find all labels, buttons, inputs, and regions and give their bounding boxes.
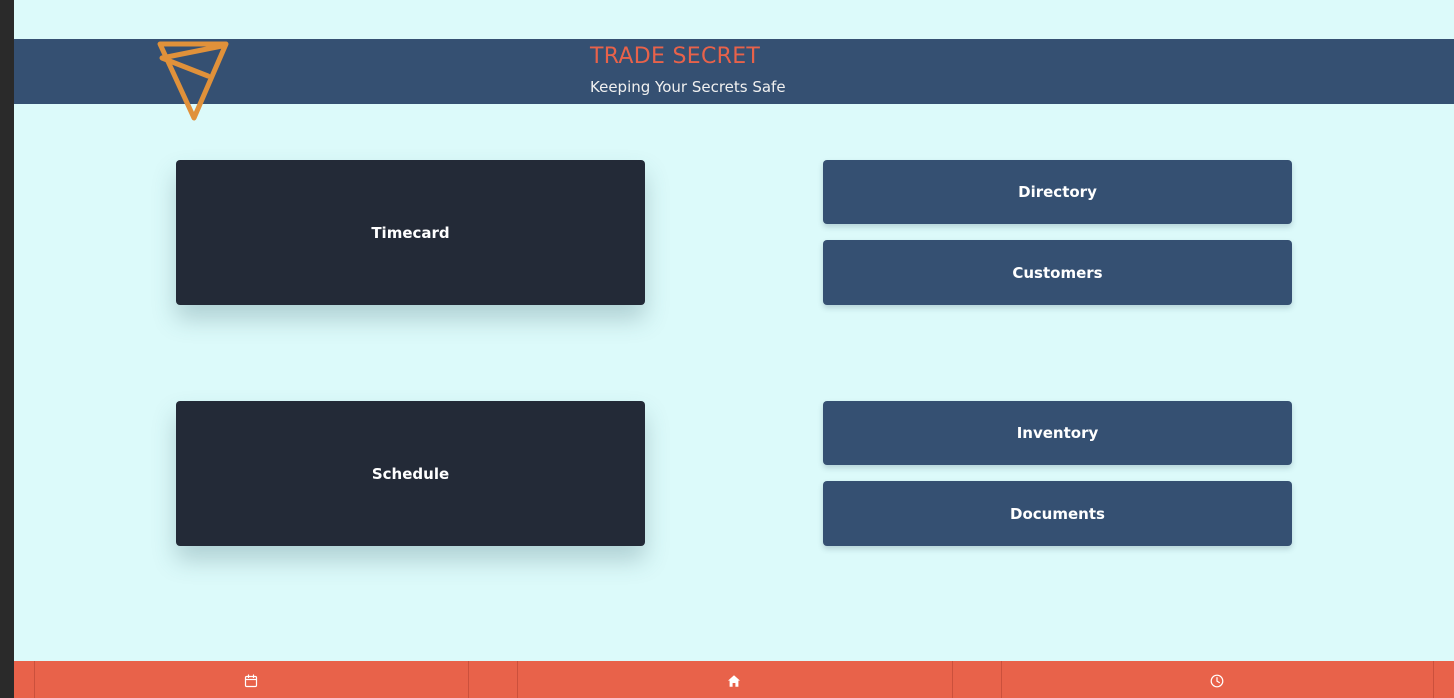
- documents-button[interactable]: Documents: [823, 481, 1292, 546]
- bottom-nav: [14, 661, 1454, 698]
- clock-icon[interactable]: [1210, 673, 1224, 688]
- inventory-label: Inventory: [1016, 424, 1099, 442]
- triangle-s-logo-icon[interactable]: [156, 40, 230, 124]
- window-edge: [0, 0, 14, 698]
- documents-label: Documents: [1010, 504, 1105, 523]
- app-page: TRADE SECRET Keeping Your Secrets Safe T…: [14, 0, 1454, 698]
- brand-title: TRADE SECRET: [590, 44, 761, 69]
- home-icon[interactable]: [727, 673, 741, 687]
- customers-label: Customers: [1012, 263, 1103, 282]
- timecard-button[interactable]: Timecard: [176, 160, 645, 305]
- directory-label: Directory: [1018, 183, 1097, 201]
- timecard-label: Timecard: [371, 223, 450, 242]
- schedule-label: Schedule: [371, 464, 450, 483]
- directory-button[interactable]: Directory: [823, 160, 1292, 224]
- calendar-icon[interactable]: [244, 673, 258, 688]
- customers-button[interactable]: Customers: [823, 240, 1292, 305]
- schedule-button[interactable]: Schedule: [176, 401, 645, 546]
- inventory-button[interactable]: Inventory: [823, 401, 1292, 465]
- brand-tagline: Keeping Your Secrets Safe: [590, 78, 786, 96]
